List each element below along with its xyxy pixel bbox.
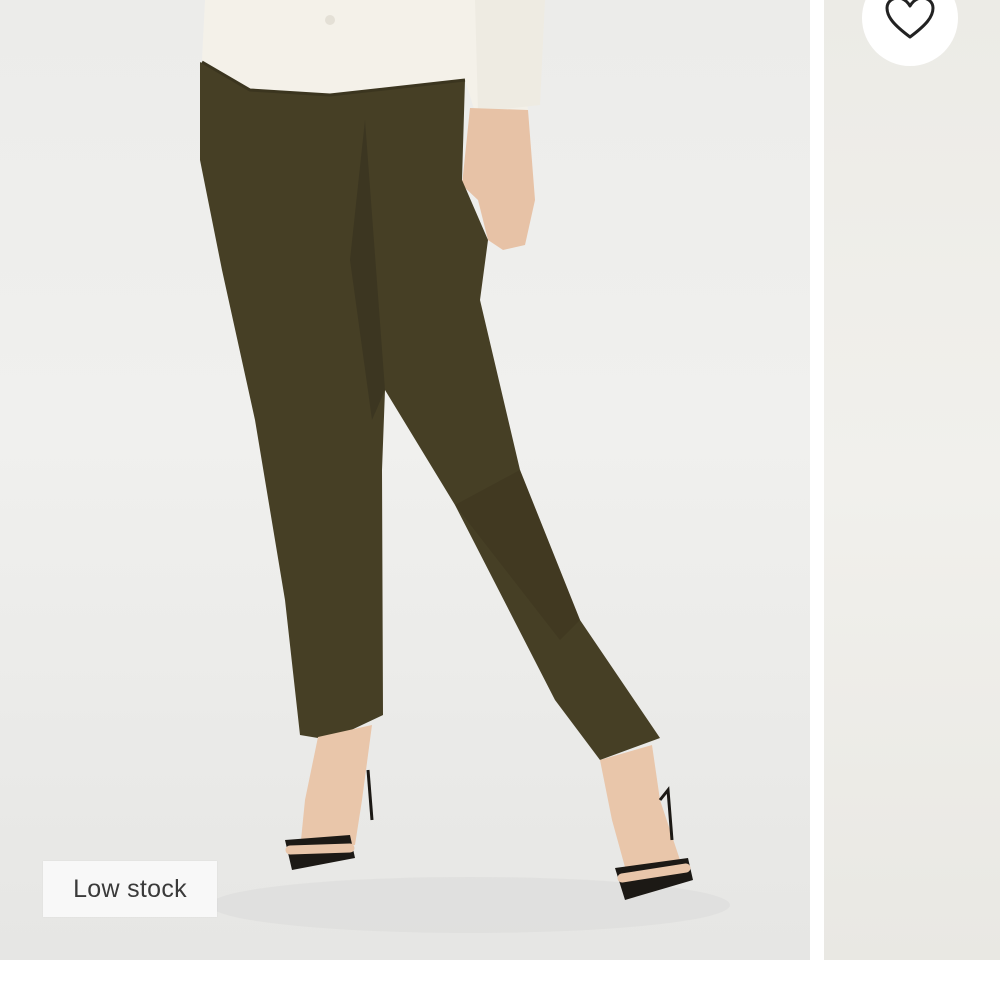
product-image-gallery[interactable]: Low stock <box>0 0 1000 960</box>
low-stock-badge: Low stock <box>43 861 217 917</box>
heart-outline-icon <box>884 0 936 40</box>
model-photo <box>200 0 730 933</box>
product-image-main[interactable]: Low stock <box>0 0 810 960</box>
page-background-strip <box>0 960 1000 1000</box>
product-image-next[interactable] <box>824 0 1000 960</box>
